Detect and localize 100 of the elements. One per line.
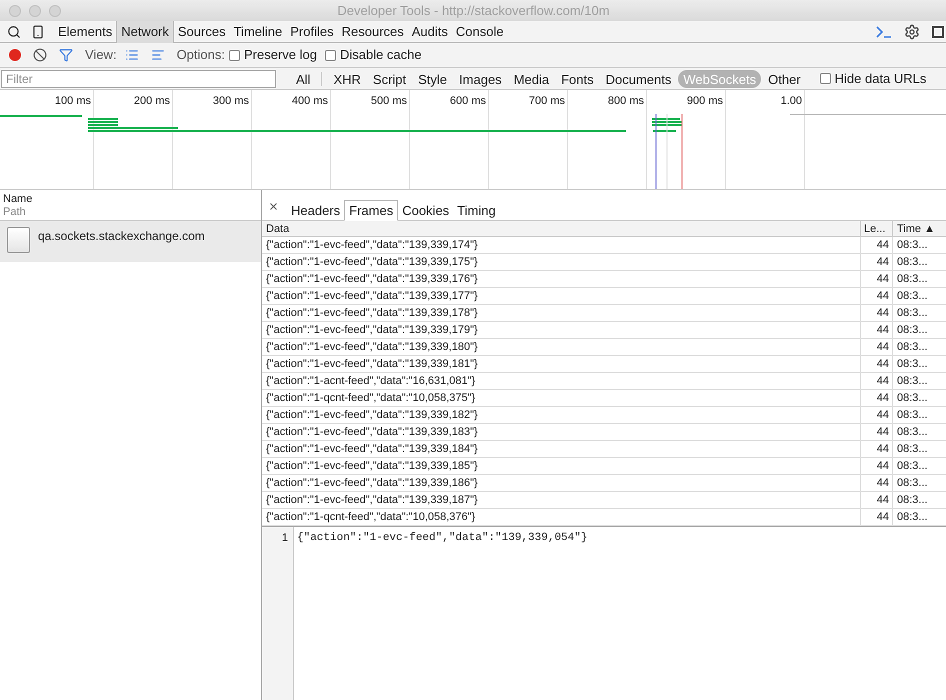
checkbox[interactable]: Preserve log	[228, 45, 317, 65]
frame-json-text: {"action":"1-evc-feed","data":"139,339,054"}	[297, 531, 588, 546]
frame-time-cell: 08:3...	[892, 322, 944, 338]
frame-data-cell-text: {"action":"1-evc-feed","data":"139,339,180"}	[265, 340, 479, 355]
frame-length-cell: 44	[860, 424, 892, 440]
frame-length-cell: 44	[860, 492, 892, 508]
type-filter[interactable]: Other	[763, 70, 806, 88]
console-prompt-icon[interactable]	[876, 26, 892, 38]
checkbox[interactable]: Disable cache	[324, 45, 422, 65]
options-label: Options:	[176, 46, 225, 64]
clear-icon[interactable]	[33, 48, 47, 62]
request-row[interactable]: qa.sockets.stackexchange.com	[0, 221, 261, 262]
filter-icon[interactable]	[59, 48, 73, 62]
panel-tab[interactable]: Audits	[408, 20, 452, 42]
line-number: 1	[282, 531, 288, 546]
dock-icon[interactable]	[932, 26, 944, 38]
frame-data-cell-text: {"action":"1-qcnt-feed","data":"10,058,375"}	[265, 391, 476, 406]
frame-data-cell-text: {"action":"1-evc-feed","data":"139,339,184"}	[265, 442, 479, 457]
frame-length-cell: 44	[860, 373, 892, 389]
type-filter[interactable]: XHR	[328, 70, 366, 88]
type-filter[interactable]: Documents	[600, 70, 676, 88]
frame-length-cell: 44	[860, 254, 892, 270]
frame-data-cell-text: {"action":"1-evc-feed","data":"139,339,185"}	[265, 459, 479, 474]
frame-time-cell: 08:3...	[892, 356, 944, 372]
panel-tab[interactable]: Sources	[174, 20, 230, 42]
panel-tab[interactable]: Network	[116, 20, 174, 42]
search-icon[interactable]	[7, 24, 21, 38]
detail-tab[interactable]: Timing	[453, 200, 500, 221]
frame-data-cell-text: {"action":"1-evc-feed","data":"139,339,181"}	[265, 357, 479, 372]
frame-length-cell: 44	[860, 271, 892, 287]
column-header[interactable]: Name	[3, 193, 258, 206]
frame-length-cell: 44	[860, 458, 892, 474]
type-filter[interactable]: Media	[508, 70, 554, 88]
frame-length-cell: 44	[860, 237, 892, 253]
timeline-tick-label: 300 ms	[212, 94, 249, 109]
phone-icon[interactable]	[31, 24, 45, 38]
checkbox[interactable]: Hide data URLs	[820, 68, 926, 88]
frame-length-cell: 44	[860, 407, 892, 423]
frame-time-cell: 08:3...	[892, 288, 944, 304]
frame-data-cell-text: {"action":"1-evc-feed","data":"139,339,179"}	[265, 323, 479, 338]
frame-data-cell-text: {"action":"1-evc-feed","data":"139,339,177"}	[265, 289, 479, 304]
frame-length-cell: 44	[860, 390, 892, 406]
timeline-tick-label: 200 ms	[134, 94, 170, 109]
timeline-tick-label: 900 ms	[686, 94, 723, 109]
window-title: Developer Tools - http://stackoverflow.com/10m	[336, 2, 611, 20]
view-label: View:	[85, 46, 117, 64]
frame-time-cell: 08:3...	[892, 441, 944, 457]
frame-data-cell-text: {"action":"1-evc-feed","data":"139,339,174"}	[265, 238, 479, 253]
frame-length-cell: 44	[860, 356, 892, 372]
panel-tab[interactable]: Elements	[54, 20, 116, 42]
frame-length-cell: 44	[860, 441, 892, 457]
timeline-tick-label: 600 ms	[450, 94, 486, 109]
frame-data-cell-text: {"action":"1-acnt-feed","data":"16,631,081"}	[265, 374, 476, 389]
timeline-tick-label: 400 ms	[292, 94, 328, 109]
frame-data-cell-text: {"action":"1-evc-feed","data":"139,339,186"}	[265, 476, 479, 491]
frame-time-cell: 08:3...	[892, 305, 944, 321]
frame-data-cell-text: {"action":"1-qcnt-feed","data":"10,058,376"}	[265, 510, 476, 525]
list-view-icon[interactable]	[124, 48, 139, 62]
type-filter[interactable]: Images	[454, 70, 507, 88]
close-icon[interactable]	[268, 201, 279, 212]
frame-length-cell: 44	[860, 475, 892, 491]
frame-length-cell: 44	[860, 509, 892, 525]
panel-tab[interactable]: Resources	[338, 20, 408, 42]
panel-tab[interactable]: Profiles	[286, 20, 338, 42]
column-header[interactable]: Data	[262, 221, 860, 236]
frame-length-cell: 44	[860, 322, 892, 338]
frame-time-cell: 08:3...	[892, 390, 944, 406]
record-button[interactable]	[9, 49, 21, 61]
timeline-tick-label: 800 ms	[608, 94, 644, 109]
column-header[interactable]: Path	[3, 206, 258, 219]
file-icon	[7, 227, 30, 253]
type-filter[interactable]: Script	[368, 70, 412, 88]
type-filter[interactable]: All	[291, 70, 316, 88]
frame-data-cell-text: {"action":"1-evc-feed","data":"139,339,175"}	[265, 255, 479, 270]
frame-length-cell: 44	[860, 305, 892, 321]
frame-length-cell: 44	[860, 339, 892, 355]
timeline-tick-label: 1.00	[780, 94, 802, 109]
settings-icon[interactable]	[904, 24, 920, 40]
detail-tab[interactable]: Frames	[344, 200, 398, 221]
frame-time-cell: 08:3...	[892, 509, 944, 525]
frame-time-cell: 08:3...	[892, 237, 944, 253]
frame-data-cell-text: {"action":"1-evc-feed","data":"139,339,183"}	[265, 425, 479, 440]
detail-tab[interactable]: Headers	[287, 200, 344, 221]
panel-tab[interactable]: Timeline	[230, 20, 286, 42]
frame-data-cell-text: {"action":"1-evc-feed","data":"139,339,187"}	[265, 493, 479, 508]
frame-time-cell: 08:3...	[892, 407, 944, 423]
frame-length-cell: 44	[860, 288, 892, 304]
frame-time-cell: 08:3...	[892, 458, 944, 474]
frame-time-cell: 08:3...	[892, 254, 944, 270]
frame-time-cell: 08:3...	[892, 339, 944, 355]
column-header[interactable]: Le...	[860, 221, 892, 236]
type-filter[interactable]: Style	[413, 70, 452, 88]
type-filter[interactable]: Fonts	[556, 70, 599, 88]
frame-time-cell: 08:3...	[892, 373, 944, 389]
frame-time-cell: 08:3...	[892, 271, 944, 287]
filter-field[interactable]: Filter	[1, 70, 276, 88]
panel-tab[interactable]: Console	[452, 20, 508, 42]
overview-icon[interactable]	[150, 48, 165, 62]
detail-tab[interactable]: Cookies	[398, 200, 454, 221]
column-header[interactable]: Time ▲	[892, 221, 944, 236]
